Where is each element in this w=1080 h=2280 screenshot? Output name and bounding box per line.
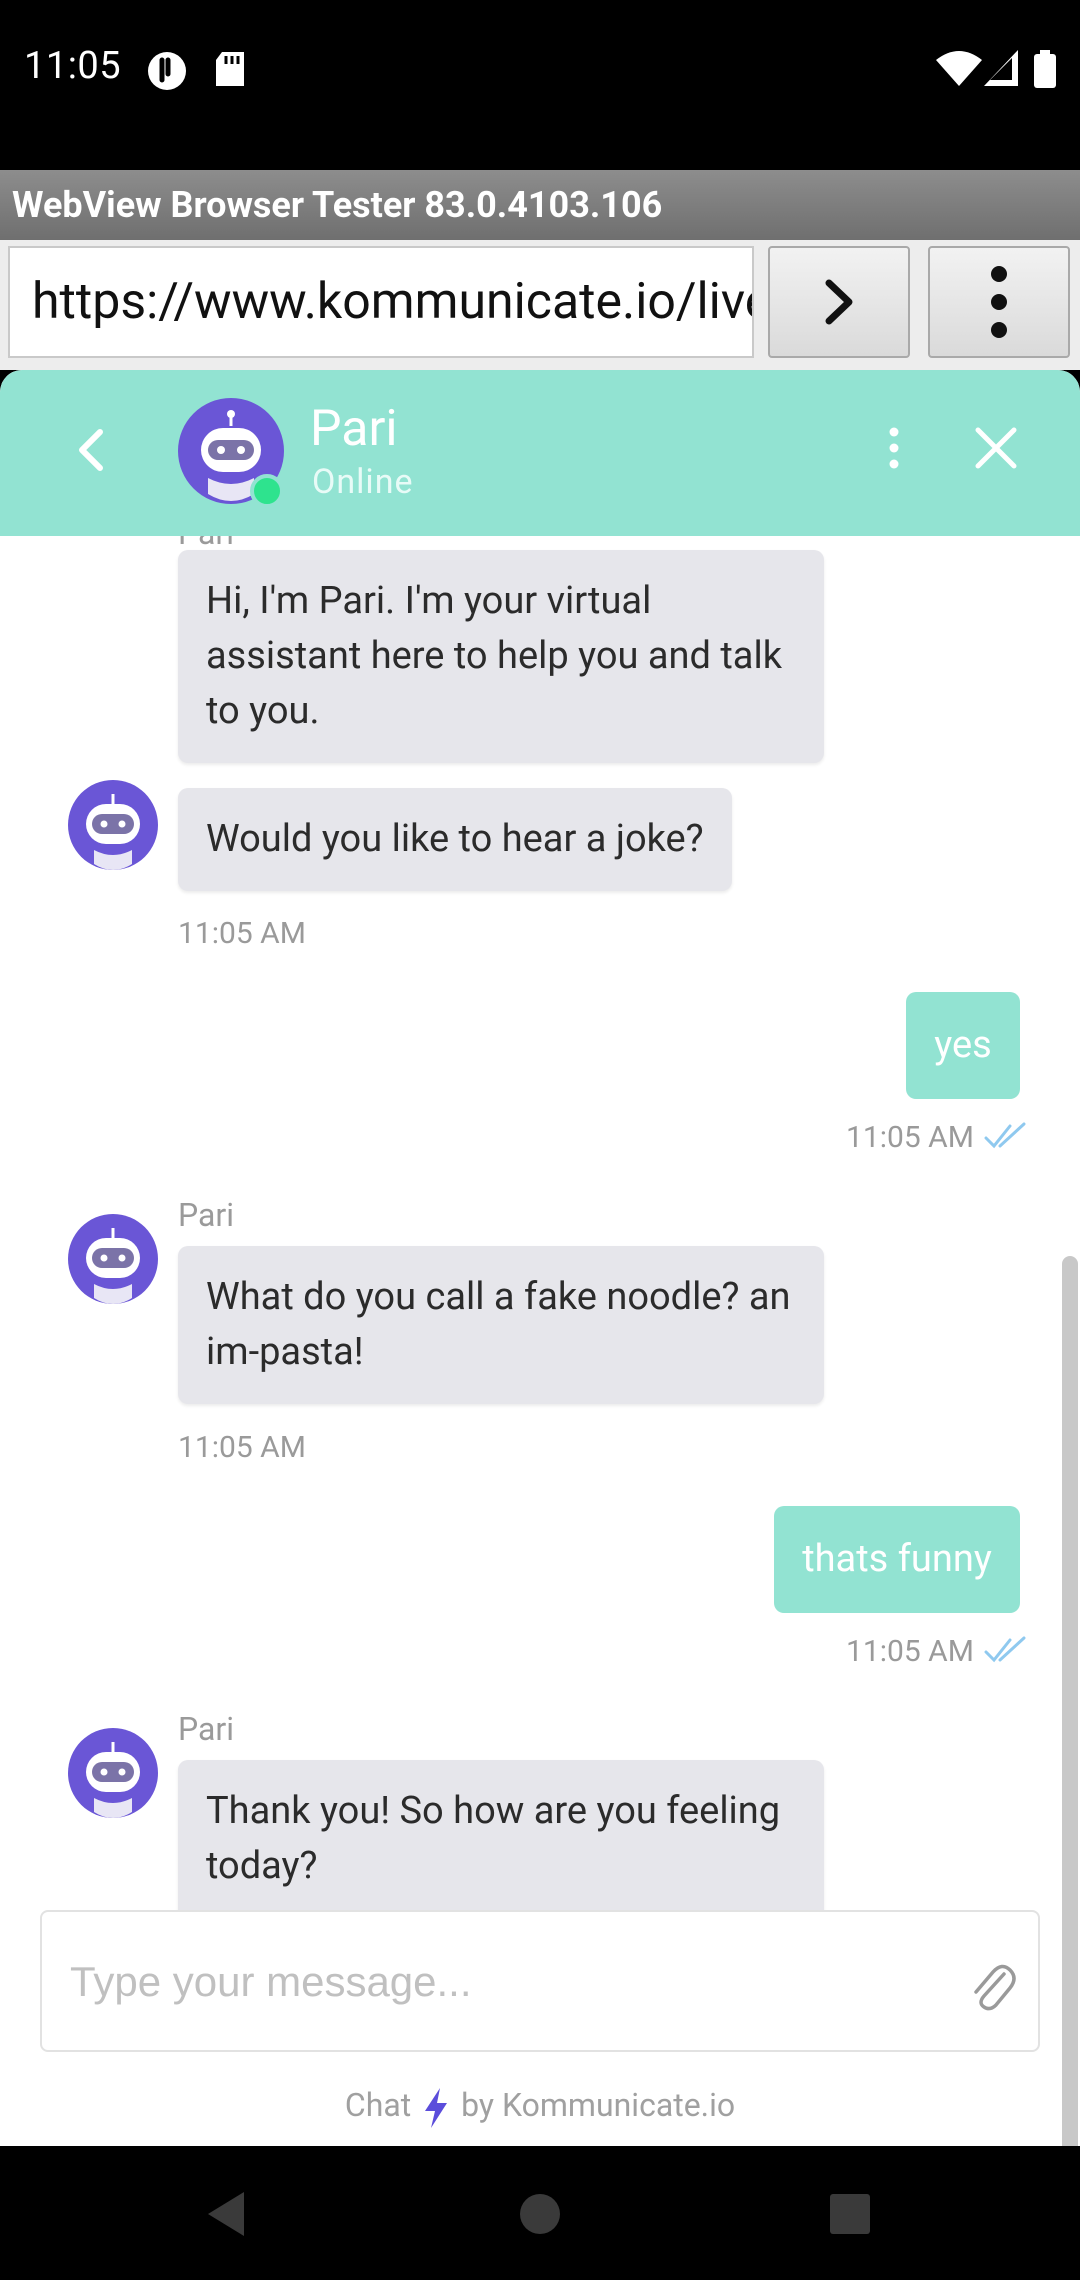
double-check-icon — [984, 1636, 1026, 1663]
bot-avatar-icon — [68, 780, 158, 870]
cursor-app-icon — [148, 52, 186, 90]
system-nav-bar — [0, 2146, 1080, 2280]
sd-card-icon — [216, 52, 244, 86]
chat-scrollbar[interactable] — [1062, 1256, 1078, 2146]
back-chevron-icon[interactable] — [62, 420, 122, 480]
browser-menu-button[interactable] — [928, 246, 1070, 358]
browser-toolbar: https://www.kommunicate.io/livechat-demo — [0, 240, 1080, 370]
outgoing-message: thats funny — [774, 1506, 1020, 1613]
incoming-message: Hi, I'm Pari. I'm your virtual assistant… — [178, 550, 824, 763]
agent-name: Pari — [310, 400, 398, 458]
chevron-right-icon — [825, 279, 853, 325]
battery-icon — [1034, 50, 1056, 88]
go-button[interactable] — [768, 246, 910, 358]
signal-icon — [984, 50, 1018, 86]
sender-name: Pari — [178, 1196, 235, 1234]
double-check-icon — [984, 1122, 1026, 1149]
outgoing-message: yes — [906, 992, 1020, 1099]
bot-avatar-icon — [68, 1214, 158, 1304]
online-status-dot — [250, 474, 284, 508]
lightning-icon — [425, 2087, 448, 2128]
message-time: 11:05 AM — [178, 916, 306, 951]
agent-status: Online — [312, 462, 414, 502]
message-list[interactable]: Pari Hi, I'm Pari. I'm your virtual assi… — [0, 536, 1080, 1910]
home-circle-icon[interactable] — [508, 2182, 572, 2246]
close-icon[interactable] — [966, 418, 1026, 478]
incoming-message: Would you like to hear a joke? — [178, 788, 732, 891]
message-time: 11:05 AM — [846, 1634, 974, 1669]
chat-header: Pari Online — [0, 370, 1080, 536]
powered-by-suffix: by Kommunicate.io — [461, 2086, 736, 2124]
message-input[interactable] — [70, 1942, 950, 2022]
chat-widget: Pari Online Pari Hi, I'm Pari. I'm your … — [0, 370, 1080, 2146]
message-time: 11:05 AM — [846, 1120, 974, 1155]
status-bar: 11:05 — [0, 0, 1080, 170]
browser-title: WebView Browser Tester 83.0.4103.106 — [0, 170, 1080, 240]
incoming-message: What do you call a fake noodle? an im-pa… — [178, 1246, 824, 1404]
wifi-icon — [936, 51, 982, 86]
more-options-icon[interactable] — [876, 418, 912, 478]
bot-avatar-icon — [68, 1728, 158, 1818]
more-vertical-icon — [991, 266, 1007, 338]
powered-by[interactable]: Chat by Kommunicate.io — [0, 2086, 1080, 2128]
paperclip-icon[interactable] — [966, 1956, 1016, 2012]
message-composer — [40, 1910, 1040, 2052]
status-time: 11:05 — [24, 44, 122, 88]
sender-name: Pari — [178, 1710, 235, 1748]
url-field[interactable]: https://www.kommunicate.io/livechat-demo — [8, 246, 754, 358]
back-triangle-icon[interactable] — [194, 2182, 258, 2246]
recents-square-icon[interactable] — [818, 2182, 882, 2246]
incoming-message: Thank you! So how are you feeling today? — [178, 1760, 824, 1910]
message-time: 11:05 AM — [178, 1430, 306, 1465]
powered-by-prefix: Chat — [344, 2086, 412, 2124]
